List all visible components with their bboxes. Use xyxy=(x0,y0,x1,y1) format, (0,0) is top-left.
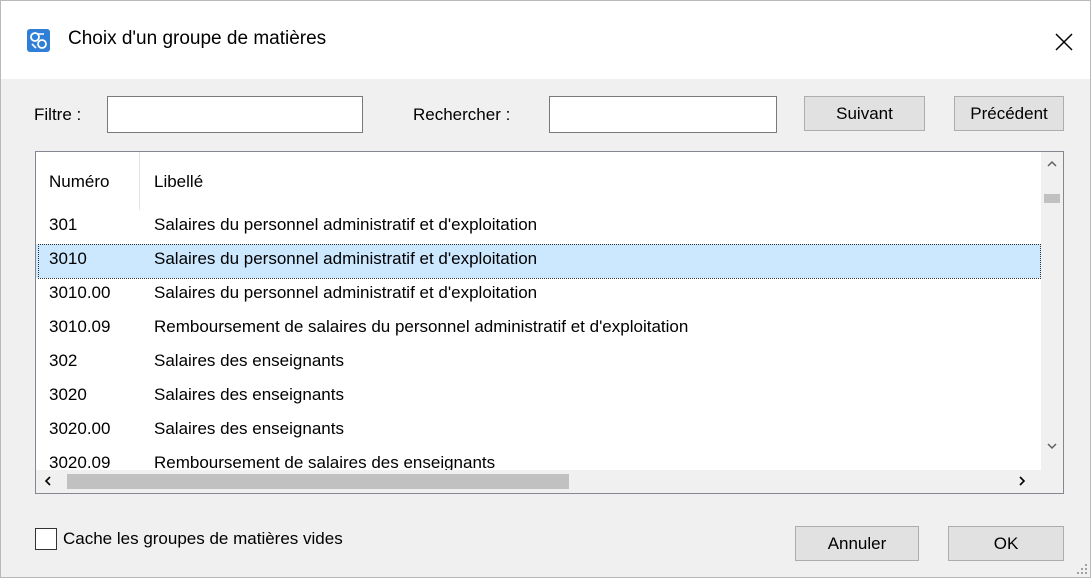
column-divider[interactable] xyxy=(139,152,140,210)
resize-grip-icon[interactable] xyxy=(1075,562,1089,576)
cell-libelle: Salaires des enseignants xyxy=(154,351,344,370)
filter-label: Filtre : xyxy=(34,105,82,124)
subject-group-list[interactable]: Numéro Libellé 301 Salaires du personnel… xyxy=(35,151,1064,494)
vertical-scroll-thumb[interactable] xyxy=(1044,194,1060,203)
filter-input[interactable] xyxy=(107,96,363,133)
list-header: Numéro Libellé xyxy=(36,152,1041,210)
cell-libelle: Salaires des enseignants xyxy=(154,385,344,404)
cell-numero: 3020.00 xyxy=(49,419,111,438)
list-item[interactable]: 3010.09 Remboursement de salaires du per… xyxy=(36,312,1041,346)
list-item[interactable]: 302 Salaires des enseignants xyxy=(36,346,1041,380)
scroll-right-button[interactable] xyxy=(1011,470,1033,493)
cell-numero: 3010 xyxy=(49,249,87,268)
close-icon xyxy=(1055,33,1073,51)
column-header-numero[interactable]: Numéro xyxy=(49,172,109,192)
cell-numero: 3020 xyxy=(49,385,87,404)
horizontal-scrollbar[interactable] xyxy=(36,470,1041,493)
cell-libelle: Salaires du personnel administratif et d… xyxy=(154,249,538,268)
cell-numero: 3010.00 xyxy=(49,283,111,302)
chevron-right-icon xyxy=(1019,476,1026,486)
cell-libelle: Salaires des enseignants xyxy=(154,419,344,438)
scroll-up-button[interactable] xyxy=(1041,152,1063,174)
app-icon xyxy=(27,29,50,52)
list-rows: 301 Salaires du personnel administratif … xyxy=(36,210,1041,482)
scroll-down-button[interactable] xyxy=(1041,435,1063,457)
checkbox-box[interactable] xyxy=(35,528,57,550)
chevron-left-icon xyxy=(44,476,51,486)
scrollbar-corner xyxy=(1041,470,1063,493)
vertical-scrollbar[interactable] xyxy=(1041,152,1063,470)
cell-libelle: Remboursement de salaires du personnel a… xyxy=(154,317,689,336)
list-item-selected[interactable]: 3010 Salaires du personnel administratif… xyxy=(36,244,1041,279)
search-label: Rechercher : xyxy=(413,105,511,124)
cell-libelle: Salaires du personnel administratif et d… xyxy=(154,283,538,302)
chevron-down-icon xyxy=(1047,443,1057,450)
next-button[interactable]: Suivant xyxy=(804,96,925,131)
ok-button[interactable]: OK xyxy=(948,526,1064,561)
chevron-up-icon xyxy=(1047,160,1057,167)
dialog-window: Choix d'un groupe de matières Filtre : R… xyxy=(0,0,1091,578)
title-bar: Choix d'un groupe de matières xyxy=(1,1,1090,79)
close-button[interactable] xyxy=(1041,21,1085,61)
cell-numero: 3010.09 xyxy=(49,317,111,336)
previous-button[interactable]: Précédent xyxy=(954,96,1064,131)
cell-numero: 302 xyxy=(49,351,78,370)
cell-numero: 301 xyxy=(49,215,78,234)
window-title: Choix d'un groupe de matières xyxy=(68,28,327,49)
scroll-left-button[interactable] xyxy=(36,470,58,493)
cancel-button[interactable]: Annuler xyxy=(795,526,919,561)
horizontal-scroll-thumb[interactable] xyxy=(67,474,569,489)
list-item[interactable]: 301 Salaires du personnel administratif … xyxy=(36,210,1041,244)
list-item[interactable]: 3020.00 Salaires des enseignants xyxy=(36,414,1041,448)
list-item[interactable]: 3010.00 Salaires du personnel administra… xyxy=(36,278,1041,312)
hide-empty-groups-label: Cache les groupes de matières vides xyxy=(63,529,343,548)
hide-empty-groups-checkbox[interactable]: Cache les groupes de matières vides xyxy=(35,527,343,551)
list-item[interactable]: 3020 Salaires des enseignants xyxy=(36,380,1041,414)
cell-libelle: Salaires du personnel administratif et d… xyxy=(154,215,538,234)
search-input[interactable] xyxy=(549,96,777,133)
column-header-libelle[interactable]: Libellé xyxy=(154,172,203,192)
